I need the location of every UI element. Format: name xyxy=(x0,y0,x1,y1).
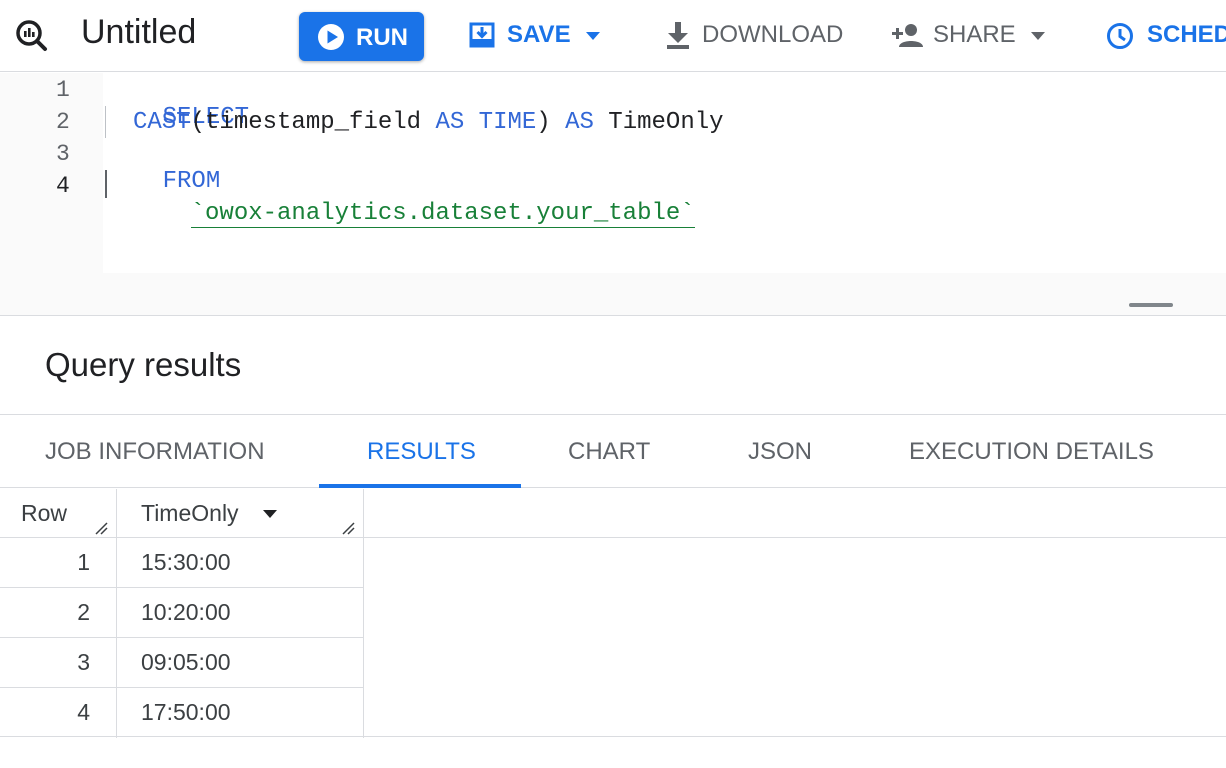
code-line[interactable]: CAST(timestamp_field AS TIME) AS TimeOnl… xyxy=(133,109,724,136)
table-row[interactable]: 3 09:05:00 xyxy=(0,638,364,688)
cell-value: 17:50:00 xyxy=(141,699,231,725)
row-number-cell: 2 xyxy=(0,588,117,638)
share-button-label: SHARE xyxy=(933,21,1016,48)
tab-label: JOB INFORMATION xyxy=(45,438,265,465)
results-tabs: JOB INFORMATION RESULTS CHART JSON EXECU… xyxy=(0,414,1226,488)
line-number: 2 xyxy=(56,109,70,135)
sql-text: ) xyxy=(536,109,566,136)
column-header-label: Row xyxy=(21,500,68,526)
person-add-icon xyxy=(892,24,923,47)
sort-dropdown-icon[interactable] xyxy=(262,509,278,519)
sql-text: TimeOnly xyxy=(593,109,724,136)
row-number-cell: 3 xyxy=(0,638,117,688)
row-number: 4 xyxy=(77,699,90,725)
download-button-label: DOWNLOAD xyxy=(702,21,844,48)
line-number: 1 xyxy=(56,77,70,103)
run-button-label: RUN xyxy=(356,24,408,51)
line-number: 3 xyxy=(56,141,70,167)
column-header-row[interactable]: Row xyxy=(0,489,117,538)
download-icon xyxy=(667,22,689,49)
table-row[interactable]: 2 10:20:00 xyxy=(0,588,364,638)
grid-bottom-border xyxy=(0,736,1226,737)
row-number-cell: 4 xyxy=(0,688,117,738)
sql-text: (timestamp_field xyxy=(190,109,436,136)
row-number: 2 xyxy=(77,599,90,625)
row-number: 3 xyxy=(77,649,90,675)
tab-results[interactable]: RESULTS xyxy=(319,415,521,488)
sql-keyword: AS TIME xyxy=(435,109,537,136)
column-resize-icon[interactable] xyxy=(341,521,355,535)
table-row[interactable]: 1 15:30:00 xyxy=(0,538,364,588)
line-number-gutter xyxy=(0,73,103,273)
dropdown-icon[interactable] xyxy=(1029,31,1047,41)
query-results-heading: Query results xyxy=(45,346,242,383)
save-icon xyxy=(469,22,495,48)
schedule-button-label: SCHED xyxy=(1147,21,1226,48)
table-reference[interactable]: `owox-analytics.dataset.your_table` xyxy=(190,200,695,228)
sql-keyword: AS xyxy=(565,109,594,136)
tab-json[interactable]: JSON xyxy=(728,415,832,488)
column-header-timeonly[interactable]: TimeOnly xyxy=(117,489,364,538)
sql-editor[interactable]: 1 2 3 4 SELECT CAST(timestamp_field AS T… xyxy=(0,73,1226,316)
column-header-label: TimeOnly xyxy=(141,500,239,526)
cell-value: 15:30:00 xyxy=(141,549,231,575)
line-number: 4 xyxy=(56,173,70,199)
cell-value: 09:05:00 xyxy=(141,649,231,675)
timeonly-cell[interactable]: 09:05:00 xyxy=(117,638,364,688)
code-line[interactable]: `owox-analytics.dataset.your_table` xyxy=(133,173,695,254)
column-resize-icon[interactable] xyxy=(94,521,108,535)
query-title[interactable]: Untitled xyxy=(81,13,196,52)
grid-header: Row TimeOnly xyxy=(0,489,1226,538)
share-button[interactable]: SHARE xyxy=(891,0,1051,72)
tab-label: EXECUTION DETAILS xyxy=(909,438,1154,465)
tab-job-information[interactable]: JOB INFORMATION xyxy=(26,415,290,488)
tab-label: JSON xyxy=(748,438,813,465)
tab-chart[interactable]: CHART xyxy=(548,415,672,488)
sql-keyword: CAST xyxy=(133,109,191,136)
row-number: 1 xyxy=(77,549,90,575)
play-icon xyxy=(318,24,344,50)
clock-icon xyxy=(1107,23,1133,49)
run-button[interactable]: RUN xyxy=(299,12,424,61)
timeonly-cell[interactable]: 10:20:00 xyxy=(117,588,364,638)
tab-label: RESULTS xyxy=(367,438,476,465)
tab-label: CHART xyxy=(568,438,651,465)
download-button[interactable]: DOWNLOAD xyxy=(664,0,846,72)
timeonly-cell[interactable]: 17:50:00 xyxy=(117,688,364,738)
timeonly-cell[interactable]: 15:30:00 xyxy=(117,538,364,588)
editor-resize-handle[interactable] xyxy=(1129,303,1173,307)
schedule-button[interactable]: SCHED xyxy=(1106,0,1226,72)
table-row[interactable]: 4 17:50:00 xyxy=(0,688,364,738)
cell-value: 10:20:00 xyxy=(141,599,231,625)
query-icon xyxy=(14,18,48,52)
tab-execution-details[interactable]: EXECUTION DETAILS xyxy=(889,415,1175,488)
save-button[interactable]: SAVE xyxy=(466,0,606,72)
row-number-cell: 1 xyxy=(0,538,117,588)
dropdown-icon[interactable] xyxy=(584,31,602,41)
query-toolbar: Untitled RUN SAVE DOWNLOAD SHARE SCHED xyxy=(0,0,1226,72)
save-button-label: SAVE xyxy=(507,21,571,48)
